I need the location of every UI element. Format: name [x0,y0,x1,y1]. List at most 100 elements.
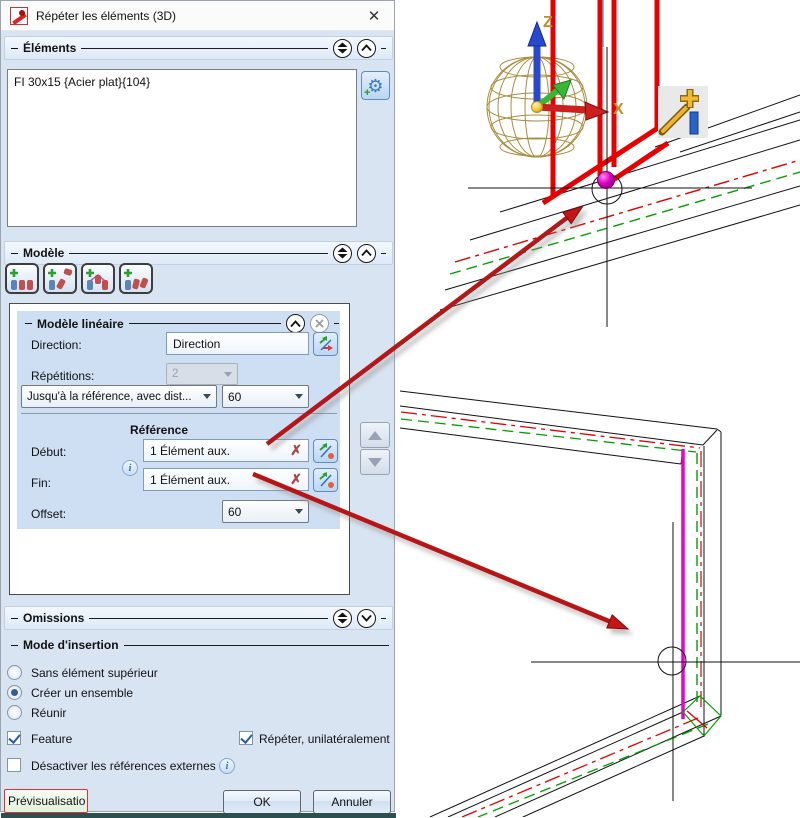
distance-combo[interactable]: 60 [222,385,309,408]
checkbox-disable-external-refs-label[interactable]: Désactiver les références externes [31,759,216,773]
radio-create-assembly[interactable] [7,685,22,700]
offset-combo[interactable]: 60 [222,500,309,523]
reference-label: Référence [129,423,189,437]
offset-value: 60 [228,504,242,519]
end-reference-field[interactable]: 1 Élément aux. ✗ [143,468,309,491]
linear-model-header: Modèle linéaire [25,314,339,333]
start-label: Début: [31,445,67,459]
collapse-up-icon[interactable] [286,314,305,333]
pick-reference-icon [318,472,334,488]
reorder-icon[interactable] [333,608,352,628]
x-axis-label: X [613,101,624,118]
radio-unite[interactable] [7,705,22,720]
chevron-down-icon [203,394,211,399]
triangle-down-icon [368,457,382,467]
expand-down-icon[interactable] [357,608,376,628]
pick-end-button[interactable] [313,468,338,492]
z-axis-arrow [527,20,547,107]
preview-button-label: Prévisualisatio [8,794,86,808]
section-model-title: Modèle [23,246,65,260]
clear-start-icon[interactable]: ✗ [290,442,302,459]
select-elements-button[interactable]: ⚙ + [361,71,390,100]
until-reference-combo[interactable]: Jusqu'à la référence, avec dist... [21,385,217,408]
info-icon: i [122,460,138,476]
divider [334,323,339,324]
section-omissions-title: Omissions [23,611,85,625]
viewport-canvas[interactable] [397,0,800,817]
close-panel-icon[interactable] [310,314,329,333]
collapse-up-icon[interactable] [357,38,376,58]
expander-dash [11,644,18,646]
pick-direction-icon [318,336,333,351]
radio-unite-label[interactable]: Réunir [31,706,66,720]
pattern-rotate-button[interactable] [43,263,77,294]
ok-button[interactable]: OK [223,790,301,814]
repeat-elements-dialog: Répéter les éléments (3D) ✕ Éléments FI … [0,0,396,818]
collapse-up-icon[interactable] [357,243,376,263]
reorder-icon[interactable] [333,38,352,58]
divider [81,47,328,49]
section-elements-bar[interactable]: Éléments [4,36,393,60]
z-axis-label: Z [543,14,553,31]
beam-wireframe-upper [439,94,800,311]
element-pattern-icon [124,268,149,290]
origin-ball [531,101,543,113]
divider [69,252,328,254]
chevron-down-icon [295,509,303,514]
end-reference-value: 1 Élément aux. [150,472,231,487]
section-model-bar[interactable]: Modèle [4,241,393,265]
centerlines-lower [400,411,709,817]
start-reference-field[interactable]: 1 Élément aux. ✗ [143,439,309,462]
ok-button-label: OK [253,795,271,809]
expander-dash [11,47,18,49]
until-reference-value: Jusqu'à la référence, avec dist... [27,390,192,403]
elements-listbox[interactable]: FI 30x15 {Acier plat}{104} [7,69,357,227]
divider [123,644,389,646]
pattern-path-button[interactable] [81,263,115,294]
dialog-title: Répéter les éléments (3D) [36,8,177,23]
x-axis-arrow [536,101,610,121]
direction-field[interactable]: Direction [166,332,309,355]
cancel-button-label: Annuler [331,795,373,809]
list-item[interactable]: FI 30x15 {Acier plat}{104} [14,75,150,89]
pick-start-button[interactable] [313,439,338,463]
divider [381,617,386,619]
preview-button[interactable]: Prévisualisatio [4,789,88,813]
section-elements-title: Éléments [23,41,77,55]
pattern-element-button[interactable] [119,263,153,294]
chevron-down-icon [295,394,303,399]
checkbox-feature-label[interactable]: Feature [31,732,72,746]
divider [89,617,328,619]
close-icon[interactable]: ✕ [363,7,385,25]
axis-sphere [486,56,588,158]
divider [381,47,386,49]
checkbox-feature[interactable] [7,731,21,745]
radio-no-superior[interactable] [7,665,22,680]
expander-dash [25,323,32,324]
checkbox-repeat-unilateral[interactable] [239,731,253,745]
radio-no-superior-label[interactable]: Sans élément supérieur [31,666,158,680]
distance-value: 60 [228,389,242,404]
pick-direction-button[interactable] [313,332,338,356]
checkbox-disable-external-refs[interactable] [7,758,21,772]
offset-label: Offset: [31,507,67,521]
checkbox-repeat-unilateral-label[interactable]: Répéter, unilatéralement [259,732,390,746]
radio-create-assembly-label[interactable]: Créer un ensemble [31,686,133,700]
beam-wireframe-lower [399,390,722,817]
reorder-icon[interactable] [333,243,352,263]
expander-dash [11,617,18,619]
cancel-button[interactable]: Annuler [313,790,391,814]
move-up-button[interactable] [360,422,390,448]
linear-pattern-icon [10,268,33,290]
start-reference-value: 1 Élément aux. [150,443,231,458]
insertion-mode-title: Mode d'insertion [23,638,119,652]
plus-icon: + [364,87,371,99]
section-omissions-bar[interactable]: Omissions [4,606,393,630]
end-label: Fin: [31,476,52,490]
rotate-pattern-icon [48,267,73,290]
move-down-button[interactable] [360,449,390,475]
crosshair-lower [531,522,800,801]
pattern-linear-button[interactable] [5,263,39,294]
info-icon: i [219,758,235,774]
clear-end-icon[interactable]: ✗ [290,471,302,488]
